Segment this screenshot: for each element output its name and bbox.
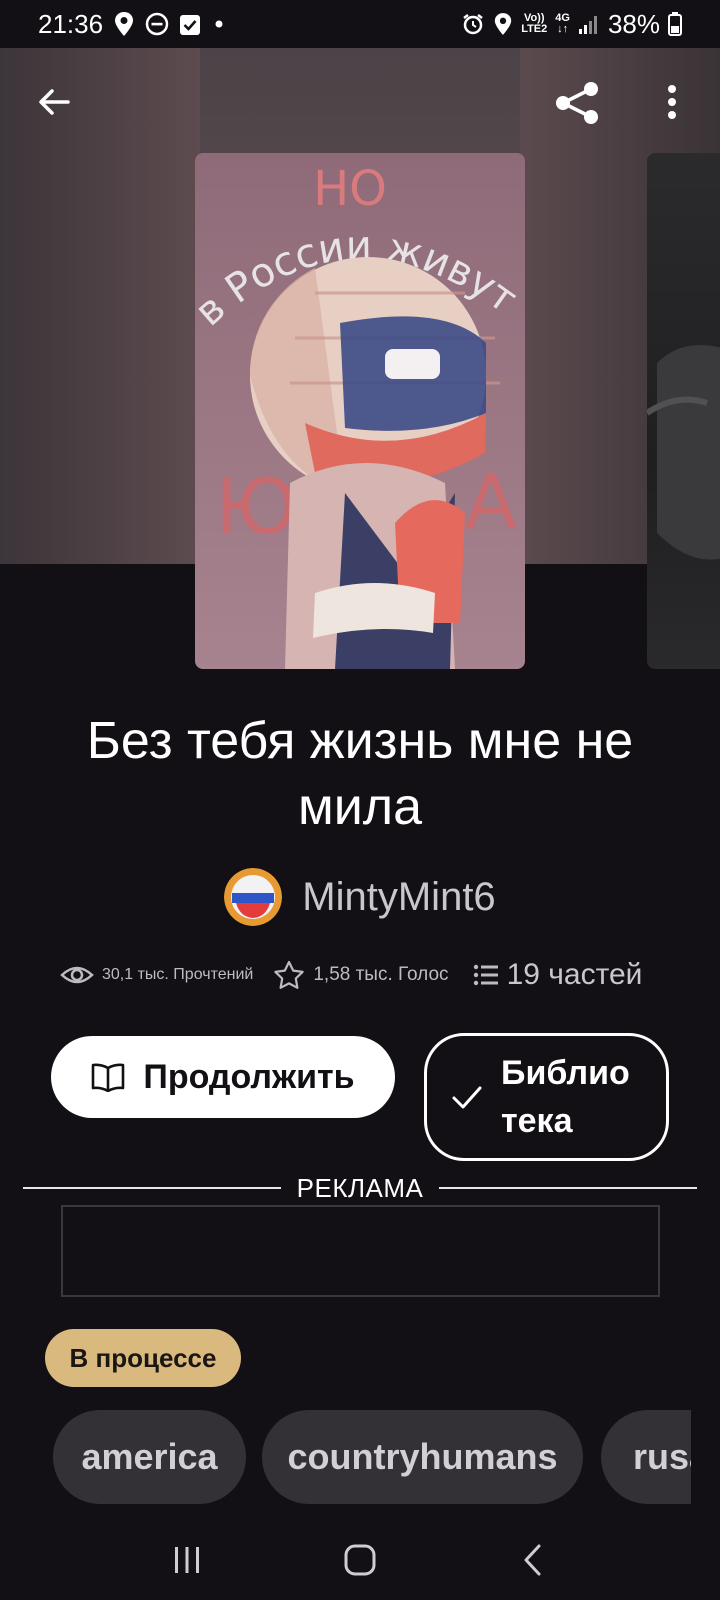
recent-apps-button[interactable] [147, 1530, 227, 1590]
battery-percent: 38% [607, 8, 660, 39]
library-button[interactable]: Библио тека [424, 1033, 669, 1161]
share-button[interactable] [550, 76, 604, 130]
more-menu-button[interactable] [652, 78, 692, 126]
network-label: Vo)) LTE2 [521, 12, 548, 35]
votes-stat: 1,58 тыс. Голос [273, 960, 449, 990]
avatar[interactable] [224, 868, 283, 926]
next-story-cover[interactable] [647, 153, 720, 669]
dot-icon [211, 19, 227, 29]
reads-count: 30,1 тыс. Прочтений [102, 966, 254, 983]
back-chevron-icon [524, 1544, 541, 1576]
ad-label: РЕКЛАМА [296, 1172, 424, 1203]
list-icon [473, 964, 498, 986]
continue-reading-button[interactable]: Продолжить [51, 1036, 395, 1118]
cover-text-right: А [465, 457, 517, 546]
story-title: Без тебя жизнь мне не мила [86, 712, 634, 836]
book-open-icon [92, 1063, 125, 1092]
battery-icon [668, 12, 682, 36]
tag-chip[interactable]: countryhumans [262, 1410, 583, 1504]
back-button[interactable] [30, 78, 78, 126]
signal-icon [578, 13, 600, 35]
eye-icon [60, 966, 94, 984]
dnd-icon [145, 12, 169, 36]
story-cover[interactable]: НО в России живут Ю А [195, 153, 525, 669]
system-back-button[interactable] [493, 1530, 573, 1590]
ad-divider: РЕКЛАМА [23, 1168, 698, 1208]
arrow-left-icon [39, 89, 70, 115]
continue-label: Продолжить [143, 1057, 355, 1096]
share-icon [556, 82, 598, 124]
recent-apps-icon [174, 1547, 199, 1573]
location-icon [493, 12, 513, 36]
tag-chip[interactable]: rusa [601, 1410, 691, 1504]
more-vertical-icon [668, 85, 676, 119]
parts-count[interactable]: 19 частей [507, 958, 643, 992]
location-icon [113, 11, 135, 37]
check-icon [452, 1086, 482, 1109]
parts-stat[interactable]: 19 частей [473, 958, 643, 992]
system-nav-bar [0, 1520, 720, 1600]
tag-list: america countryhumans rusa [53, 1410, 691, 1504]
status-bar: 21:36 Vo)) LTE2 4G ↓↑ 38% [0, 0, 720, 48]
next-cover-art [647, 345, 720, 560]
author-row[interactable]: MintyMint6 [0, 868, 720, 926]
home-icon [344, 1544, 376, 1576]
stats-row: 30,1 тыс. Прочтений 1,58 тыс. Голос 19 ч… [60, 958, 680, 992]
ad-slot[interactable] [61, 1205, 660, 1297]
cover-text-left: Ю [215, 462, 297, 551]
tag-chip[interactable]: america [53, 1410, 246, 1504]
check-square-icon [179, 12, 201, 36]
votes-count: 1,58 тыс. Голос [313, 964, 449, 985]
status-time: 21:36 [38, 8, 104, 39]
alarm-icon [461, 12, 485, 36]
cover-art: НО в России живут Ю А [195, 153, 525, 669]
cover-text-top: НО [313, 161, 387, 217]
library-label: Библио тека [501, 1054, 630, 1140]
home-button[interactable] [320, 1530, 400, 1590]
network-type: 4G ↓↑ [555, 12, 570, 35]
star-icon [274, 960, 305, 989]
reads-stat: 30,1 тыс. Прочтений [60, 963, 253, 987]
story-status-badge: В процессе [45, 1329, 241, 1387]
author-name[interactable]: MintyMint6 [302, 875, 495, 920]
